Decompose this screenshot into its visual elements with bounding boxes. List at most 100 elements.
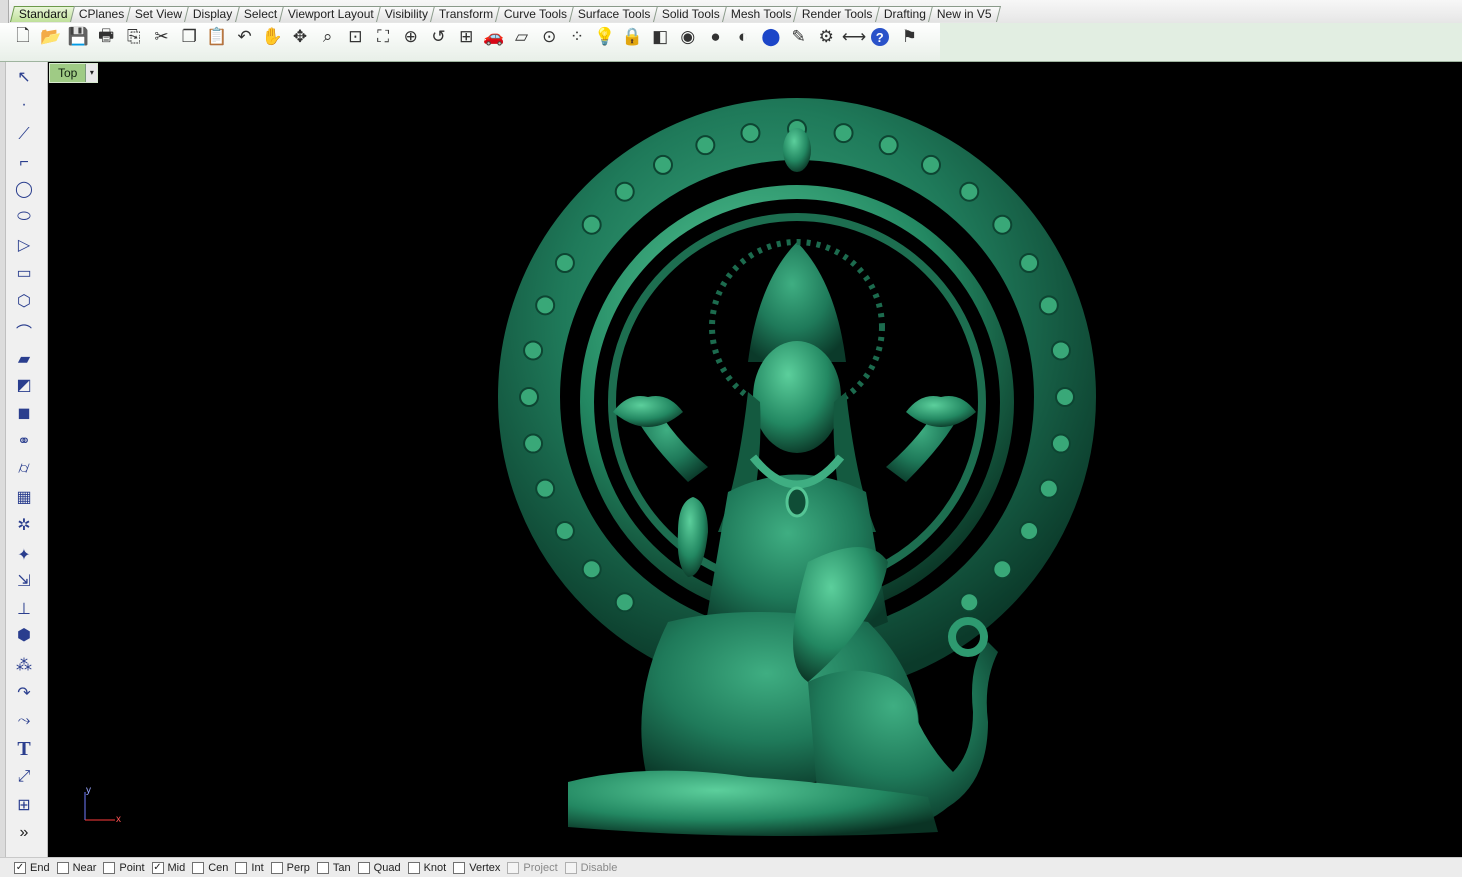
- tab-visibility[interactable]: Visibility: [375, 6, 437, 22]
- osnap-quad[interactable]: Quad: [357, 862, 401, 874]
- ellipse-icon[interactable]: ⬭: [12, 206, 36, 228]
- left-toolbar-grip[interactable]: [0, 62, 6, 857]
- mesh-tools-icon[interactable]: ✲: [12, 514, 36, 536]
- new-icon[interactable]: 🗋: [12, 26, 34, 48]
- four-viewports-icon[interactable]: ⊞: [455, 26, 477, 48]
- car-icon[interactable]: 🚗: [483, 26, 505, 48]
- transform-move-icon[interactable]: ⇲: [12, 570, 36, 592]
- import-icon[interactable]: ⎘: [123, 26, 145, 48]
- osnap-point[interactable]: Point: [103, 862, 145, 874]
- points-on-icon[interactable]: ⁘: [566, 26, 588, 48]
- paste-icon[interactable]: 📋: [206, 26, 228, 48]
- rotate-view-icon[interactable]: ✥: [289, 26, 311, 48]
- tab-set-view[interactable]: Set View: [126, 6, 192, 22]
- osnap-checkbox[interactable]: ✓: [14, 862, 26, 874]
- zoom-extents-icon[interactable]: ⛶: [372, 26, 394, 48]
- zoom-icon[interactable]: ⌕: [317, 26, 339, 48]
- tooltip-icon[interactable]: ⚑: [898, 26, 920, 48]
- dimension-icon[interactable]: ⟷: [842, 26, 866, 48]
- more-tools-icon[interactable]: »: [12, 822, 36, 844]
- curve-control-points-icon[interactable]: ⌐: [12, 152, 36, 174]
- osnap-checkbox[interactable]: [357, 862, 370, 874]
- curve-fillet-icon[interactable]: ⌒: [12, 320, 36, 342]
- blue-sphere-icon[interactable]: ⬤: [760, 26, 782, 48]
- osnap-project[interactable]: Project: [507, 862, 558, 874]
- viewport-name[interactable]: Top: [50, 64, 85, 82]
- osnap-checkbox[interactable]: ✓: [151, 862, 164, 874]
- help-icon[interactable]: ?: [870, 28, 889, 46]
- osnap-knot[interactable]: Knot: [407, 862, 446, 874]
- circle-icon[interactable]: ◯: [12, 178, 36, 200]
- curve-offset-icon[interactable]: ⤳: [12, 710, 36, 732]
- top-viewport[interactable]: Top ▾ y x: [48, 62, 1462, 857]
- polygon-icon[interactable]: ⬡: [12, 290, 36, 312]
- osnap-checkbox[interactable]: [564, 862, 577, 874]
- color-wheel-icon[interactable]: ◉: [677, 26, 699, 48]
- polygon-arc-icon[interactable]: ▷: [12, 234, 36, 256]
- layer-icon[interactable]: ◧: [649, 26, 671, 48]
- lakshmi-relief-model[interactable]: [48, 62, 1462, 857]
- osnap-checkbox[interactable]: [235, 862, 248, 874]
- osnap-checkbox[interactable]: [507, 862, 520, 874]
- zoom-window-icon[interactable]: ⊡: [344, 26, 366, 48]
- rectangle-icon[interactable]: ▭: [12, 262, 36, 284]
- open-icon[interactable]: 📂: [40, 26, 62, 48]
- text-icon[interactable]: T: [12, 738, 36, 760]
- curve-edit-icon[interactable]: ↷: [12, 682, 36, 704]
- surface-corner-points-icon[interactable]: ▰: [12, 348, 36, 370]
- tab-drafting[interactable]: Drafting: [874, 6, 935, 22]
- osnap-tan[interactable]: Tan: [316, 862, 351, 874]
- solid-union-icon[interactable]: ⚭: [12, 430, 36, 452]
- highlighter-icon[interactable]: ✎: [788, 26, 810, 48]
- tab-standard[interactable]: Standard: [10, 6, 77, 22]
- osnap-checkbox[interactable]: [407, 862, 420, 874]
- zoom-selected-icon[interactable]: ⊕: [400, 26, 422, 48]
- polyline-icon[interactable]: ⟋: [12, 124, 36, 146]
- box-solid-icon[interactable]: ◼: [12, 402, 36, 424]
- osnap-checkbox[interactable]: [453, 862, 466, 874]
- osnap-checkbox[interactable]: [270, 862, 283, 874]
- tab-mesh-tools[interactable]: Mesh Tools: [721, 6, 801, 22]
- osnap-checkbox[interactable]: [316, 862, 329, 874]
- grid-snap-icon[interactable]: ⊙: [538, 26, 560, 48]
- cylinder-icon[interactable]: ⌭: [12, 458, 36, 480]
- osnap-checkbox[interactable]: [192, 862, 205, 874]
- group-icon[interactable]: ⊞: [12, 794, 36, 816]
- osnap-mid[interactable]: ✓ Mid: [151, 862, 185, 874]
- undo-icon[interactable]: ↶: [234, 26, 256, 48]
- osnap-cen[interactable]: Cen: [192, 862, 228, 874]
- tab-display[interactable]: Display: [184, 6, 242, 22]
- osnap-perp[interactable]: Perp: [270, 862, 310, 874]
- shaded-sphere-icon[interactable]: ●: [705, 26, 727, 48]
- tab-strip-grip[interactable]: [0, 0, 9, 23]
- pan-icon[interactable]: ✋: [261, 26, 283, 48]
- light-bulb-icon[interactable]: 💡: [594, 26, 616, 48]
- gear-icon[interactable]: ⚙: [815, 26, 837, 48]
- tab-surface-tools[interactable]: Surface Tools: [569, 6, 660, 22]
- osnap-int[interactable]: Int: [235, 862, 264, 874]
- lights-icon[interactable]: ✦: [12, 544, 36, 566]
- osnap-near[interactable]: Near: [56, 862, 96, 874]
- osnap-disable[interactable]: Disable: [564, 862, 617, 874]
- wireframe-plane-icon[interactable]: ▱: [511, 26, 533, 48]
- print-icon[interactable]: 🖶: [95, 26, 117, 48]
- tab-render-tools[interactable]: Render Tools: [793, 6, 882, 22]
- copy-icon[interactable]: ❐: [178, 26, 200, 48]
- osnap-vertex[interactable]: Vertex: [453, 862, 500, 874]
- viewport-menu-arrow-icon[interactable]: ▾: [85, 64, 98, 82]
- rendered-sphere-icon[interactable]: ◐: [732, 26, 754, 48]
- point-icon[interactable]: ·: [12, 94, 36, 116]
- undo-view-icon[interactable]: ↺: [428, 26, 450, 48]
- tab-select[interactable]: Select: [234, 6, 286, 22]
- tab-new-in-v5[interactable]: New in V5: [927, 6, 1001, 22]
- surface-extrude-icon[interactable]: ◩: [12, 374, 36, 396]
- tab-viewport-layout[interactable]: Viewport Layout: [278, 6, 383, 22]
- boolean-icon[interactable]: ⬢: [12, 624, 36, 646]
- lock-icon[interactable]: 🔒: [621, 26, 643, 48]
- points-cloud-icon[interactable]: ⁂: [12, 654, 36, 676]
- osnap-end[interactable]: ✓ End: [14, 862, 50, 874]
- tab-curve-tools[interactable]: Curve Tools: [495, 6, 577, 22]
- osnap-checkbox[interactable]: [103, 862, 116, 874]
- dimension-edit-icon[interactable]: ⤢: [12, 766, 36, 788]
- save-icon[interactable]: 💾: [67, 26, 89, 48]
